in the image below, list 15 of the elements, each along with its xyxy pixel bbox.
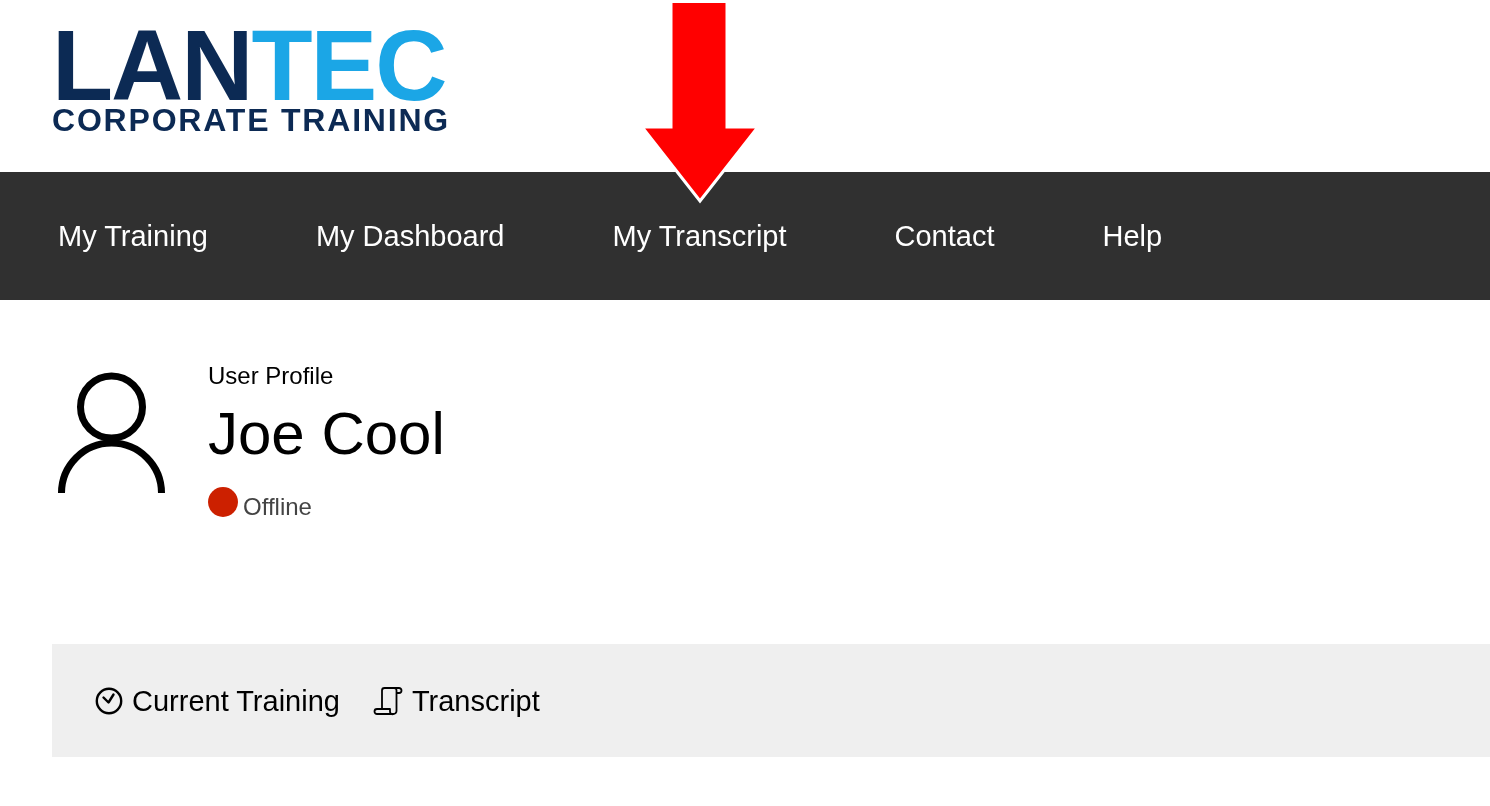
nav-link[interactable]: My Training xyxy=(58,172,208,300)
scroll-icon xyxy=(372,685,403,716)
section-tab[interactable]: Current Training xyxy=(95,682,340,719)
logo-wordmark: LANTEC xyxy=(52,25,446,105)
user-name: Joe Cool xyxy=(208,398,445,469)
user-avatar-icon xyxy=(58,372,165,493)
section-tab[interactable]: Transcript xyxy=(372,682,540,719)
logo-tagline: CORPORATE TRAINING xyxy=(52,104,451,136)
nav-link[interactable]: My Dashboard xyxy=(315,172,505,300)
profile-heading: User Profile xyxy=(208,362,334,391)
nav-link[interactable]: My Transcript xyxy=(612,172,787,300)
clock-icon xyxy=(95,686,123,715)
status-label: Offline xyxy=(243,492,312,522)
nav-link[interactable]: Help xyxy=(1102,172,1163,300)
nav-link[interactable]: Contact xyxy=(894,172,995,300)
